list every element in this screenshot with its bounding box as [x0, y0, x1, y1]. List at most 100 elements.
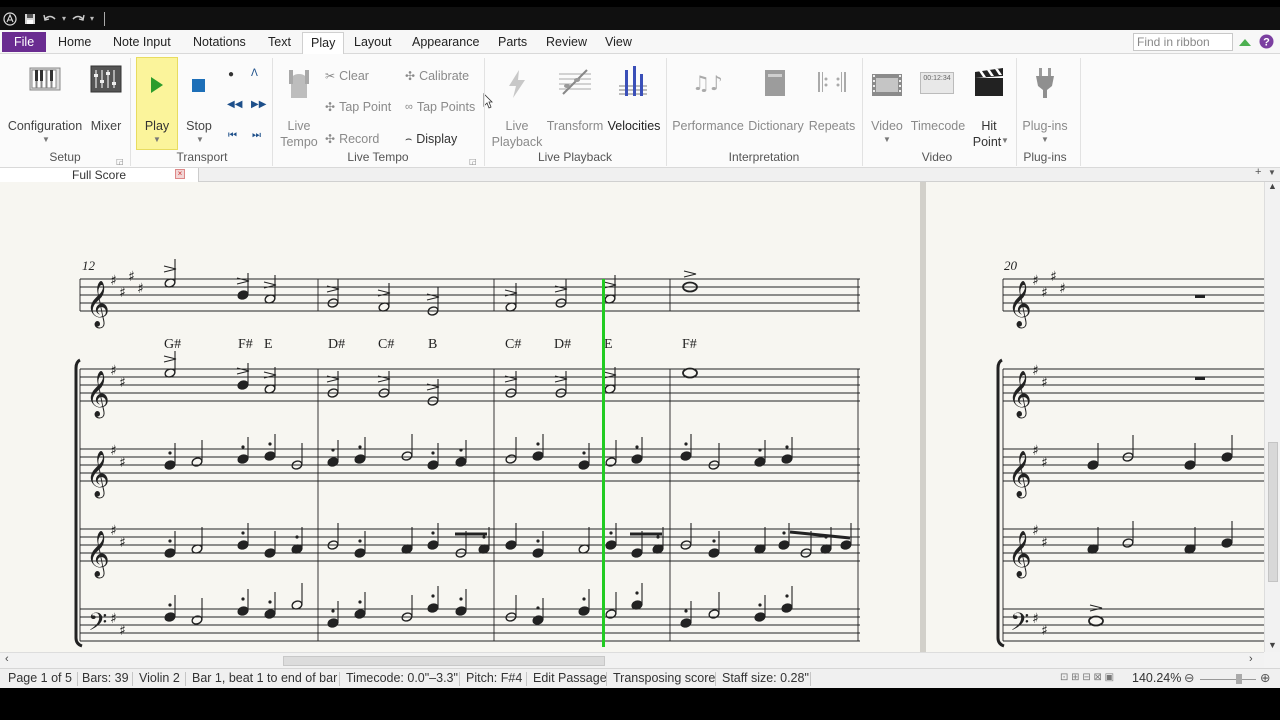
- staccato-dot[interactable]: [459, 448, 463, 452]
- performance-button[interactable]: Performance: [672, 118, 744, 134]
- key-signature-sharp[interactable]: ♯: [1032, 363, 1039, 379]
- staccato-dot[interactable]: [758, 603, 762, 607]
- mixer-button[interactable]: Mixer: [86, 118, 126, 134]
- key-signature-sharp[interactable]: ♯: [128, 269, 135, 285]
- staccato-dot[interactable]: [684, 442, 688, 446]
- key-signature-sharp[interactable]: ♯: [1041, 455, 1048, 471]
- live-tempo-icon[interactable]: [285, 68, 313, 107]
- live-playback-icon[interactable]: [505, 68, 529, 105]
- redo-icon[interactable]: [70, 11, 86, 27]
- ribbon-minimize-icon[interactable]: [1238, 35, 1252, 53]
- key-signature-sharp[interactable]: ♯: [1032, 611, 1039, 627]
- hit-point-icon[interactable]: [973, 66, 1005, 103]
- tab-parts[interactable]: Parts: [494, 32, 531, 54]
- video-dropdown-icon[interactable]: ▼: [883, 135, 891, 144]
- view-mode-icons[interactable]: ⊡ ⊞ ⊟ ⊠ ▣: [1060, 672, 1114, 683]
- setup-dialog-launcher-icon[interactable]: ◲: [116, 157, 124, 166]
- video-button[interactable]: Video: [866, 118, 908, 134]
- staccato-dot[interactable]: [241, 597, 245, 601]
- transform-button[interactable]: Transform: [545, 118, 605, 134]
- staccato-dot[interactable]: [785, 445, 789, 449]
- key-signature-sharp[interactable]: ♯: [110, 611, 117, 627]
- chord-symbol[interactable]: D#: [328, 337, 345, 352]
- key-signature-sharp[interactable]: ♯: [110, 363, 117, 379]
- staccato-dot[interactable]: [431, 531, 435, 535]
- treble-clef[interactable]: 𝄞: [86, 531, 110, 579]
- treble-clef[interactable]: 𝄞: [1008, 451, 1032, 499]
- chord-symbol[interactable]: B: [428, 337, 437, 352]
- key-signature-sharp[interactable]: ♯: [110, 443, 117, 459]
- record-dot-icon[interactable]: ●: [228, 69, 234, 80]
- help-icon[interactable]: ?: [1259, 34, 1274, 54]
- key-signature-sharp[interactable]: ♯: [1032, 273, 1039, 289]
- staccato-dot[interactable]: [582, 597, 586, 601]
- bass-clef[interactable]: 𝄢: [1010, 608, 1029, 643]
- tab-appearance[interactable]: Appearance: [408, 32, 483, 54]
- velocities-button[interactable]: Velocities: [606, 118, 662, 134]
- stop-dropdown-icon[interactable]: ▼: [196, 135, 204, 144]
- hit-point-dropdown-icon[interactable]: ▼: [1001, 136, 1009, 145]
- staccato-dot[interactable]: [656, 535, 660, 539]
- tap-point-button[interactable]: ✣ Tap Point: [325, 100, 391, 114]
- staccato-dot[interactable]: [758, 448, 762, 452]
- rewind-icon[interactable]: ◀◀: [227, 99, 242, 110]
- velocities-icon[interactable]: [617, 64, 649, 105]
- key-signature-sharp[interactable]: ♯: [1041, 623, 1048, 639]
- staccato-dot[interactable]: [331, 609, 335, 613]
- play-dropdown-icon[interactable]: ▼: [153, 135, 161, 144]
- fast-forward-icon[interactable]: ▶▶: [251, 99, 266, 110]
- key-signature-sharp[interactable]: ♯: [137, 281, 144, 297]
- performance-icon[interactable]: ♫♪: [692, 68, 724, 103]
- undo-icon[interactable]: [42, 11, 58, 27]
- treble-clef[interactable]: 𝄞: [86, 371, 110, 419]
- ribbon-search-input[interactable]: Find in ribbon: [1133, 33, 1233, 51]
- staccato-dot[interactable]: [635, 445, 639, 449]
- treble-clef[interactable]: 𝄞: [1008, 371, 1032, 419]
- tab-layout[interactable]: Layout: [350, 32, 396, 54]
- live-tempo-button-line2[interactable]: Tempo: [278, 134, 320, 150]
- tab-note-input[interactable]: Note Input: [109, 32, 175, 54]
- treble-clef[interactable]: 𝄞: [86, 451, 110, 499]
- live-tempo-button-line1[interactable]: Live: [278, 118, 320, 134]
- repeats-icon[interactable]: [816, 70, 848, 99]
- document-tab[interactable]: Full Score: [0, 168, 199, 182]
- scroll-down-icon[interactable]: ▼: [1268, 640, 1277, 650]
- staccato-dot[interactable]: [431, 451, 435, 455]
- zoom-out-icon[interactable]: ⊖: [1184, 670, 1194, 685]
- tab-home[interactable]: Home: [54, 32, 95, 54]
- staccato-dot[interactable]: [358, 445, 362, 449]
- stop-icon[interactable]: [191, 78, 206, 98]
- staccato-dot[interactable]: [582, 451, 586, 455]
- staccato-dot[interactable]: [241, 445, 245, 449]
- transform-icon[interactable]: [557, 66, 593, 105]
- staccato-dot[interactable]: [482, 535, 486, 539]
- scroll-left-icon[interactable]: ‹: [5, 653, 9, 665]
- staccato-dot[interactable]: [168, 603, 172, 607]
- treble-clef[interactable]: 𝄞: [1008, 281, 1032, 329]
- staccato-dot[interactable]: [331, 448, 335, 452]
- redo-dropdown-icon[interactable]: ▾: [90, 14, 94, 23]
- key-signature-sharp[interactable]: ♯: [1041, 285, 1048, 301]
- status-page[interactable]: Page 1 of 5: [8, 671, 72, 685]
- tab-file[interactable]: File: [2, 32, 47, 52]
- sibelius-logo-icon[interactable]: [2, 11, 18, 27]
- configuration-dropdown-icon[interactable]: ▼: [42, 135, 50, 144]
- play-icon[interactable]: [149, 76, 165, 99]
- tab-text[interactable]: Text: [264, 32, 295, 54]
- configuration-button[interactable]: Configuration: [4, 118, 86, 134]
- staccato-dot[interactable]: [431, 594, 435, 598]
- play-button[interactable]: Play: [137, 118, 177, 134]
- staccato-dot[interactable]: [168, 539, 172, 543]
- treble-clef[interactable]: 𝄞: [86, 281, 110, 329]
- scroll-right-icon[interactable]: ›: [1249, 653, 1253, 665]
- key-signature-sharp[interactable]: ♯: [1041, 535, 1048, 551]
- key-signature-sharp[interactable]: ♯: [119, 535, 126, 551]
- key-signature-sharp[interactable]: ♯: [119, 285, 126, 301]
- plugins-dropdown-icon[interactable]: ▼: [1041, 135, 1049, 144]
- key-signature-sharp[interactable]: ♯: [119, 623, 126, 639]
- key-signature-sharp[interactable]: ♯: [1050, 269, 1057, 285]
- key-signature-sharp[interactable]: ♯: [1059, 281, 1066, 297]
- tab-play[interactable]: Play: [302, 32, 345, 54]
- vertical-scroll-thumb[interactable]: [1268, 442, 1278, 582]
- chord-symbol[interactable]: G#: [164, 337, 181, 352]
